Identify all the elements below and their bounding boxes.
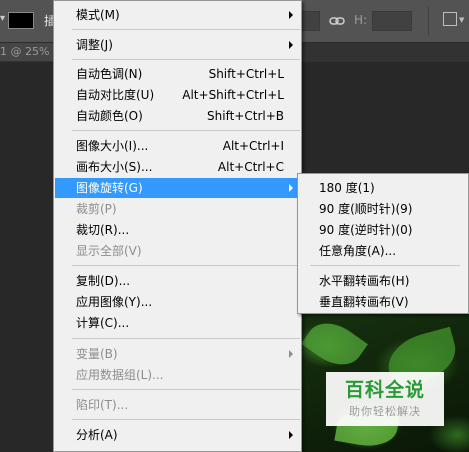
menu-item-label: 裁切(R)... <box>76 223 130 237</box>
menu-item-rotate-180[interactable]: 180 度(1) <box>299 178 467 198</box>
menu-item-shortcut: Shift+Ctrl+B <box>207 109 284 123</box>
menu-divider <box>72 419 300 420</box>
menu-item-image-size[interactable]: 图像大小(I)... Alt+Ctrl+I <box>55 136 300 156</box>
menu-item-label: 陷印(T)... <box>76 398 129 412</box>
menu-item-label: 自动色调(N) <box>76 67 143 81</box>
watermark-title: 百科全说 <box>344 379 425 401</box>
menu-item-label: 计算(C)... <box>76 316 130 330</box>
menu-item-adjustments[interactable]: 调整(J) <box>55 35 300 55</box>
menu-item-label: 90 度(顺时针)(9) <box>319 202 413 216</box>
height-label: H: <box>354 13 368 27</box>
menu-item-label: 任意角度(A)... <box>319 244 397 258</box>
color-swatch[interactable] <box>8 12 34 29</box>
menu-item-variables[interactable]: 变量(B) <box>55 344 300 364</box>
menu-divider <box>72 338 300 339</box>
width-field[interactable] <box>300 11 320 31</box>
menu-item-apply-image[interactable]: 应用图像(Y)... <box>55 292 300 312</box>
submenu-arrow-icon <box>289 41 293 49</box>
menu-item-label: 垂直翻转画布(V) <box>319 295 409 309</box>
menu-item-label: 画布大小(S)... <box>76 160 153 174</box>
menu-item-apply-data-set[interactable]: 应用数据组(L)... <box>55 365 300 385</box>
menu-item-label: 180 度(1) <box>319 181 375 195</box>
menu-item-duplicate[interactable]: 复制(D)... <box>55 271 300 291</box>
submenu-arrow-icon <box>289 431 293 439</box>
link-icon[interactable] <box>329 14 345 28</box>
watermark: 百科全说 助你轻松解决 <box>326 372 444 426</box>
menu-item-label: 图像旋转(G) <box>76 181 143 195</box>
menu-item-shortcut: Alt+Shift+Ctrl+L <box>182 88 284 102</box>
menu-item-canvas-size[interactable]: 画布大小(S)... Alt+Ctrl+C <box>55 157 300 177</box>
menu-item-label: 复制(D)... <box>76 274 131 288</box>
menu-divider <box>310 265 460 266</box>
menu-item-label: 图像大小(I)... <box>76 139 149 153</box>
menu-item-auto-tone[interactable]: 自动色调(N) Shift+Ctrl+L <box>55 64 300 84</box>
menu-item-trap[interactable]: 陷印(T)... <box>55 395 300 415</box>
menu-item-label: 分析(A) <box>76 428 118 442</box>
submenu-arrow-icon <box>289 184 293 192</box>
menu-divider <box>72 389 300 390</box>
menu-item-label: 自动对比度(U) <box>76 88 155 102</box>
menu-item-label: 调整(J) <box>76 38 113 52</box>
menu-divider <box>72 265 300 266</box>
height-field[interactable] <box>372 11 412 31</box>
image-menu: 模式(M) 调整(J) 自动色调(N) Shift+Ctrl+L 自动对比度(U… <box>53 0 302 452</box>
menu-item-shortcut: Alt+Ctrl+C <box>217 160 284 174</box>
menu-item-label: 模式(M) <box>76 8 120 22</box>
image-rotation-submenu: 180 度(1) 90 度(顺时针)(9) 90 度(逆时针)(0) 任意角度(… <box>297 173 469 314</box>
menu-item-label: 90 度(逆时针)(0) <box>319 223 413 237</box>
submenu-arrow-icon <box>289 11 293 19</box>
menu-item-calculations[interactable]: 计算(C)... <box>55 313 300 333</box>
menu-item-label: 变量(B) <box>76 347 118 361</box>
menu-item-label: 自动颜色(O) <box>76 109 143 123</box>
menu-divider <box>72 29 300 30</box>
submenu-arrow-icon <box>289 350 293 358</box>
watermark-subtitle: 助你轻松解决 <box>349 405 421 418</box>
menu-item-rotate-90-ccw[interactable]: 90 度(逆时针)(0) <box>299 220 467 240</box>
menu-item-crop[interactable]: 裁剪(P) <box>55 199 300 219</box>
document-tab[interactable]: 1 @ 25% ( <box>0 43 56 61</box>
menu-item-mode[interactable]: 模式(M) <box>55 5 300 25</box>
menu-item-label: 应用图像(Y)... <box>76 295 153 309</box>
menu-item-arbitrary-angle[interactable]: 任意角度(A)... <box>299 241 467 261</box>
chevron-down-icon[interactable]: ▼ <box>459 17 464 24</box>
path-alignment-icon[interactable] <box>443 12 457 26</box>
menu-item-label: 应用数据组(L)... <box>76 368 164 382</box>
toolbar-divider <box>428 6 429 36</box>
menu-item-flip-horizontal[interactable]: 水平翻转画布(H) <box>299 271 467 291</box>
menu-item-shortcut: Alt+Ctrl+I <box>222 139 284 153</box>
menu-divider <box>72 59 300 60</box>
menu-item-rotate-90-cw[interactable]: 90 度(顺时针)(9) <box>299 199 467 219</box>
menu-item-auto-contrast[interactable]: 自动对比度(U) Alt+Shift+Ctrl+L <box>55 85 300 105</box>
menu-item-label: 显示全部(V) <box>76 244 142 258</box>
menu-item-reveal-all[interactable]: 显示全部(V) <box>55 241 300 261</box>
menu-item-flip-vertical[interactable]: 垂直翻转画布(V) <box>299 292 467 312</box>
menu-item-auto-color[interactable]: 自动颜色(O) Shift+Ctrl+B <box>55 106 300 126</box>
menu-divider <box>72 130 300 131</box>
menu-item-analysis[interactable]: 分析(A) <box>55 425 300 445</box>
menu-item-shortcut: Shift+Ctrl+L <box>208 67 284 81</box>
menu-item-trim[interactable]: 裁切(R)... <box>55 220 300 240</box>
menu-item-image-rotation[interactable]: 图像旋转(G) <box>55 178 300 198</box>
menu-item-label: 裁剪(P) <box>76 202 117 216</box>
tool-preset-chevron-icon[interactable]: ▾ <box>0 14 6 24</box>
menu-item-label: 水平翻转画布(H) <box>319 274 410 288</box>
